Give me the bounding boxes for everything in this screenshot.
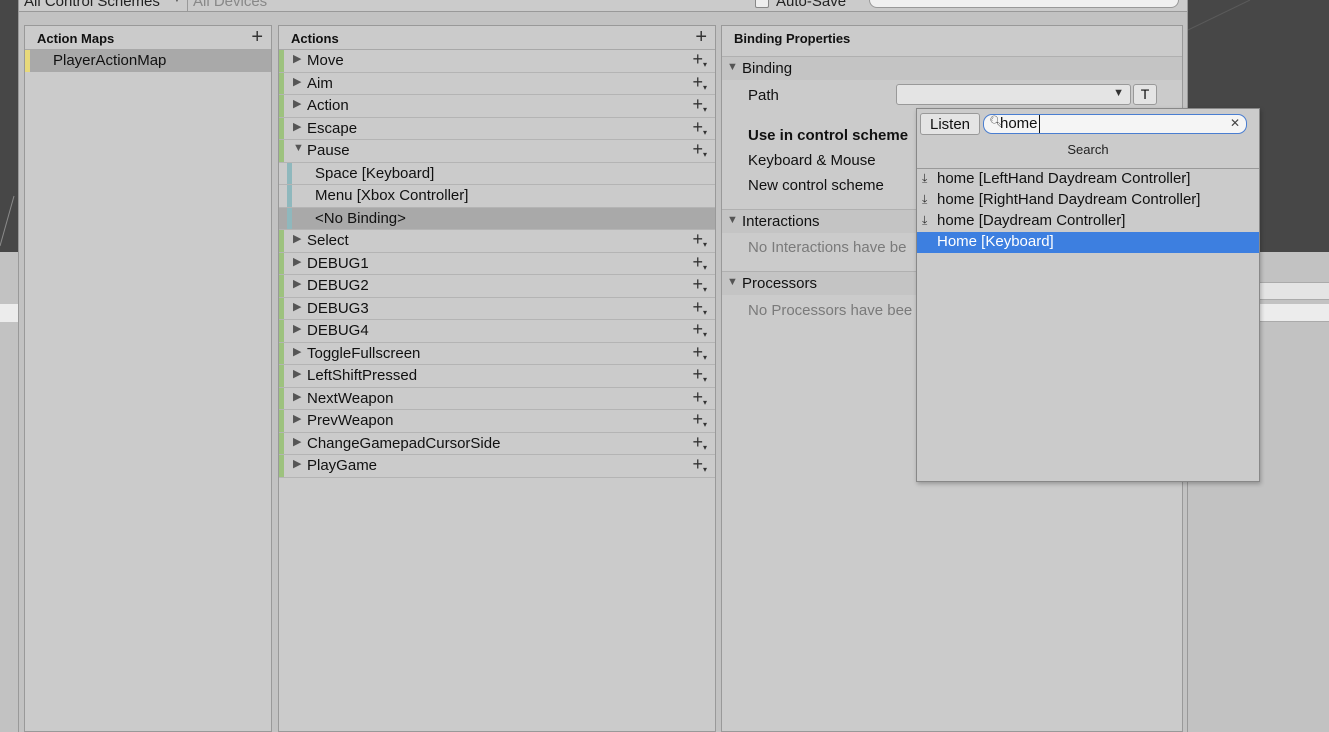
- expand-arrow-icon[interactable]: ▶: [293, 457, 301, 470]
- search-text: home: [1000, 115, 1040, 133]
- expand-arrow-icon[interactable]: ▶: [293, 300, 301, 313]
- add-action-button[interactable]: +: [695, 26, 707, 49]
- download-icon: ⤓: [922, 171, 928, 185]
- action-row-debug1[interactable]: ▶ DEBUG1 +▾: [279, 252, 715, 275]
- download-icon: ⤓: [922, 192, 928, 206]
- listen-button[interactable]: Listen: [920, 113, 980, 135]
- add-binding-button[interactable]: +▾: [692, 454, 707, 475]
- binding-properties-header: Binding Properties: [734, 31, 851, 46]
- add-binding-button[interactable]: +▾: [692, 319, 707, 340]
- action-map-label: PlayerActionMap: [53, 52, 167, 69]
- add-binding-button[interactable]: +▾: [692, 409, 707, 430]
- add-action-map-button[interactable]: +: [251, 26, 263, 49]
- binding-row[interactable]: Menu [Xbox Controller]: [279, 185, 715, 208]
- actions-header: Actions: [291, 31, 339, 46]
- auto-save-checkbox[interactable]: [755, 0, 769, 8]
- action-row-debug2[interactable]: ▶ DEBUG2 +▾: [279, 274, 715, 298]
- add-binding-button[interactable]: +▾: [692, 117, 707, 138]
- collapse-arrow-icon[interactable]: ▼: [293, 142, 304, 154]
- devices-dropdown[interactable]: All Devices: [193, 0, 267, 10]
- action-row-nextweapon[interactable]: ▶ NextWeapon +▾: [279, 387, 715, 410]
- action-maps-panel: Action Maps + PlayerActionMap: [24, 25, 272, 732]
- action-row-debug3[interactable]: ▶ DEBUG3 +▾: [279, 297, 715, 320]
- chevron-down-icon: ▼: [1113, 87, 1124, 99]
- chevron-down-icon: ▼: [172, 0, 182, 5]
- expand-arrow-icon[interactable]: ▶: [293, 345, 301, 358]
- add-binding-button[interactable]: +▾: [692, 72, 707, 93]
- add-binding-button[interactable]: +▾: [692, 49, 707, 70]
- expand-arrow-icon[interactable]: ▶: [293, 435, 301, 448]
- popup-title: Search: [1067, 142, 1109, 157]
- add-binding-button[interactable]: +▾: [692, 364, 707, 385]
- text-mode-button[interactable]: T: [1133, 84, 1157, 105]
- control-picker-popup: Listen 🔍︎ home ✕ Search ⤓ home [LeftHand…: [916, 108, 1260, 482]
- collapse-arrow-icon: ▼: [727, 276, 738, 288]
- collapse-arrow-icon: ▼: [727, 61, 738, 73]
- add-binding-button[interactable]: +▾: [692, 387, 707, 408]
- actions-panel: Actions + ▶ Move +▾ ▶ Aim +▾ ▶ Action +▾ ▶ Esca…: [278, 25, 716, 732]
- add-binding-button[interactable]: +▾: [692, 297, 707, 318]
- interactions-empty-text: No Interactions have be: [748, 239, 907, 256]
- expand-arrow-icon[interactable]: ▶: [293, 232, 301, 245]
- scheme-keyboard-mouse[interactable]: Keyboard & Mouse: [748, 152, 876, 169]
- action-row-prevweapon[interactable]: ▶ PrevWeapon +▾: [279, 409, 715, 433]
- add-binding-button[interactable]: +▾: [692, 229, 707, 250]
- action-row-move[interactable]: ▶ Move +▾: [279, 49, 715, 73]
- control-search-input[interactable]: 🔍︎ home ✕: [983, 114, 1247, 134]
- expand-arrow-icon[interactable]: ▶: [293, 390, 301, 403]
- expand-arrow-icon[interactable]: ▶: [293, 322, 301, 335]
- search-result-item[interactable]: ⤓ home [LeftHand Daydream Controller]: [917, 169, 1259, 190]
- scheme-new-control-scheme[interactable]: New control scheme: [748, 177, 884, 194]
- action-row-pause[interactable]: ▼ Pause +▾: [279, 139, 715, 163]
- action-row-changegamepadcursorside[interactable]: ▶ ChangeGamepadCursorSide +▾: [279, 432, 715, 455]
- processors-empty-text: No Processors have bee: [748, 302, 913, 319]
- expand-arrow-icon[interactable]: ▶: [293, 277, 301, 290]
- binding-row-selected[interactable]: <No Binding>: [279, 207, 715, 230]
- clear-search-icon[interactable]: ✕: [1230, 116, 1240, 130]
- action-row-playgame[interactable]: ▶ PlayGame +▾: [279, 454, 715, 478]
- expand-arrow-icon[interactable]: ▶: [293, 75, 301, 88]
- action-row-debug4[interactable]: ▶ DEBUG4 +▾: [279, 319, 715, 343]
- add-binding-button[interactable]: +▾: [692, 139, 707, 160]
- auto-save-label: Auto-Save: [776, 0, 847, 10]
- expand-arrow-icon[interactable]: ▶: [293, 97, 301, 110]
- add-binding-button[interactable]: +▾: [692, 342, 707, 363]
- toolbar: All Control Schemes ▼ All Devices Auto-S…: [19, 0, 1187, 12]
- binding-section-header[interactable]: ▼ Binding: [722, 56, 1182, 80]
- action-map-item[interactable]: PlayerActionMap: [25, 50, 271, 72]
- expand-arrow-icon[interactable]: ▶: [293, 255, 301, 268]
- expand-arrow-icon[interactable]: ▶: [293, 367, 301, 380]
- action-row-select[interactable]: ▶ Select +▾: [279, 229, 715, 253]
- action-maps-header: Action Maps: [37, 31, 115, 46]
- action-row-escape[interactable]: ▶ Escape +▾: [279, 117, 715, 140]
- path-label: Path: [748, 87, 779, 104]
- path-dropdown[interactable]: ▼: [896, 84, 1131, 105]
- expand-arrow-icon[interactable]: ▶: [293, 412, 301, 425]
- action-row-togglefullscreen[interactable]: ▶ ToggleFullscreen +▾: [279, 342, 715, 365]
- search-result-item[interactable]: ⤓ home [Daydream Controller]: [917, 211, 1259, 232]
- binding-row[interactable]: Space [Keyboard]: [279, 162, 715, 185]
- search-result-item-selected[interactable]: Home [Keyboard]: [917, 232, 1259, 253]
- action-row-action[interactable]: ▶ Action +▾: [279, 94, 715, 118]
- expand-arrow-icon[interactable]: ▶: [293, 120, 301, 133]
- download-icon: ⤓: [922, 213, 928, 227]
- add-binding-button[interactable]: +▾: [692, 432, 707, 453]
- search-result-item[interactable]: ⤓ home [RightHand Daydream Controller]: [917, 190, 1259, 211]
- action-row-aim[interactable]: ▶ Aim +▾: [279, 72, 715, 95]
- add-binding-button[interactable]: +▾: [692, 274, 707, 295]
- action-row-leftshiftpressed[interactable]: ▶ LeftShiftPressed +▾: [279, 364, 715, 388]
- control-schemes-dropdown[interactable]: All Control Schemes: [24, 0, 160, 10]
- toolbar-search-input[interactable]: [869, 0, 1179, 8]
- add-binding-button[interactable]: +▾: [692, 252, 707, 273]
- collapse-arrow-icon: ▼: [727, 214, 738, 226]
- expand-arrow-icon[interactable]: ▶: [293, 52, 301, 65]
- add-binding-button[interactable]: +▾: [692, 94, 707, 115]
- use-in-control-scheme-label: Use in control scheme: [748, 127, 909, 144]
